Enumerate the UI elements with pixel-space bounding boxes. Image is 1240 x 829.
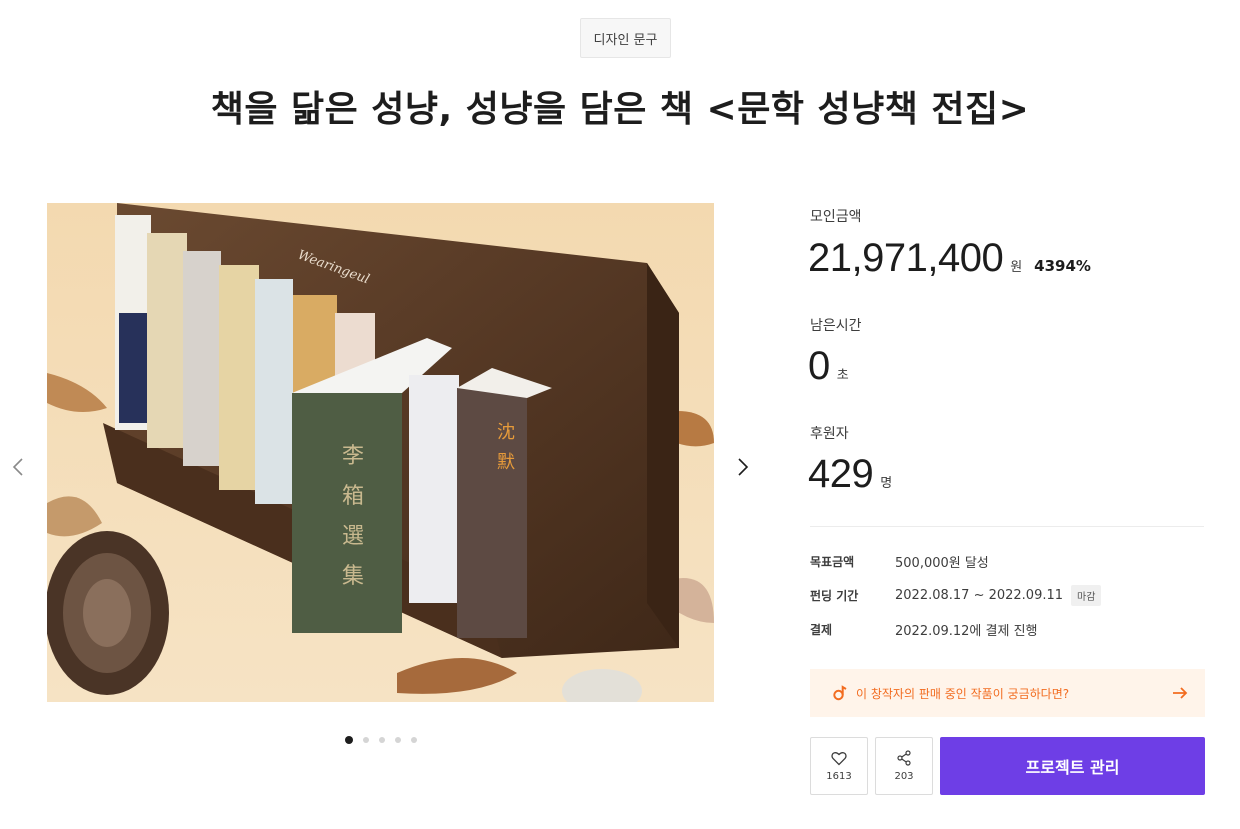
time-left-unit: 초 (836, 368, 849, 383)
manage-project-button[interactable]: 프로젝트 관리 (940, 737, 1205, 795)
gallery-dot[interactable] (363, 737, 369, 743)
svg-text:箱: 箱 (342, 484, 364, 509)
project-title: 책을 닮은 성냥, 성냥을 담은 책 <문학 성냥책 전집> (210, 89, 1030, 130)
backers-label: 후원자 (810, 426, 849, 442)
svg-text:李: 李 (342, 444, 364, 469)
heart-icon (831, 751, 847, 765)
gallery-prev-button[interactable] (6, 452, 30, 482)
goal-info: 목표금액 500,000원 달성 (810, 552, 989, 571)
time-left-label: 남은시간 (810, 318, 862, 334)
store-icon (833, 685, 847, 701)
time-left-value: 0 (808, 344, 830, 388)
gallery-pagination (345, 736, 417, 744)
svg-text:集: 集 (342, 564, 364, 589)
backers-unit: 명 (880, 476, 893, 491)
amount-unit: 원 (1010, 260, 1023, 275)
creator-store-banner[interactable]: 이 창작자의 판매 중인 작품이 궁금하다면? (810, 669, 1205, 717)
svg-text:沈: 沈 (497, 422, 515, 443)
gallery-dot[interactable] (345, 736, 353, 744)
goal-value: 500,000원 달성 (895, 556, 989, 571)
share-button[interactable]: 203 (875, 737, 933, 795)
period-label: 펀딩 기간 (810, 589, 859, 603)
like-count: 1613 (826, 770, 852, 782)
banner-text: 이 창작자의 판매 중인 작품이 궁금하다면? (856, 686, 1070, 701)
product-image: Wearingeul 李 箱 選 集 沈 默 (47, 203, 714, 702)
divider (810, 526, 1204, 527)
payment-value: 2022.09.12에 결제 진행 (895, 624, 1038, 639)
share-icon (897, 750, 911, 766)
amount-label: 모인금액 (810, 209, 862, 225)
share-count: 203 (894, 771, 914, 782)
backers-row: 429 명 (808, 452, 892, 497)
category-tag[interactable]: 디자인 문구 (580, 18, 671, 58)
period-info: 펀딩 기간 2022.08.17 ~ 2022.09.11 마감 (810, 585, 1102, 606)
gallery-next-button[interactable] (731, 452, 755, 482)
period-value: 2022.08.17 ~ 2022.09.11 (895, 588, 1064, 603)
svg-text:默: 默 (497, 452, 515, 473)
backers-value: 429 (808, 452, 874, 496)
payment-info: 결제 2022.09.12에 결제 진행 (810, 620, 1038, 639)
time-left-row: 0 초 (808, 344, 849, 389)
gallery-dot[interactable] (395, 737, 401, 743)
goal-label: 목표금액 (810, 555, 855, 569)
svg-text:選: 選 (342, 524, 364, 549)
amount-row: 21,971,400 원 4394% (808, 236, 1091, 281)
gallery-dot[interactable] (411, 737, 417, 743)
achievement-rate: 4394% (1034, 257, 1091, 275)
chevron-left-icon (12, 458, 23, 476)
arrow-right-icon (1173, 687, 1188, 699)
book-shelf-illustration: Wearingeul 李 箱 選 集 沈 默 (47, 203, 714, 702)
amount-value: 21,971,400 (808, 236, 1004, 280)
payment-label: 결제 (810, 623, 833, 637)
gallery-dot[interactable] (379, 737, 385, 743)
chevron-right-icon (738, 458, 749, 476)
status-badge: 마감 (1071, 585, 1102, 606)
like-button[interactable]: 1613 (810, 737, 868, 795)
